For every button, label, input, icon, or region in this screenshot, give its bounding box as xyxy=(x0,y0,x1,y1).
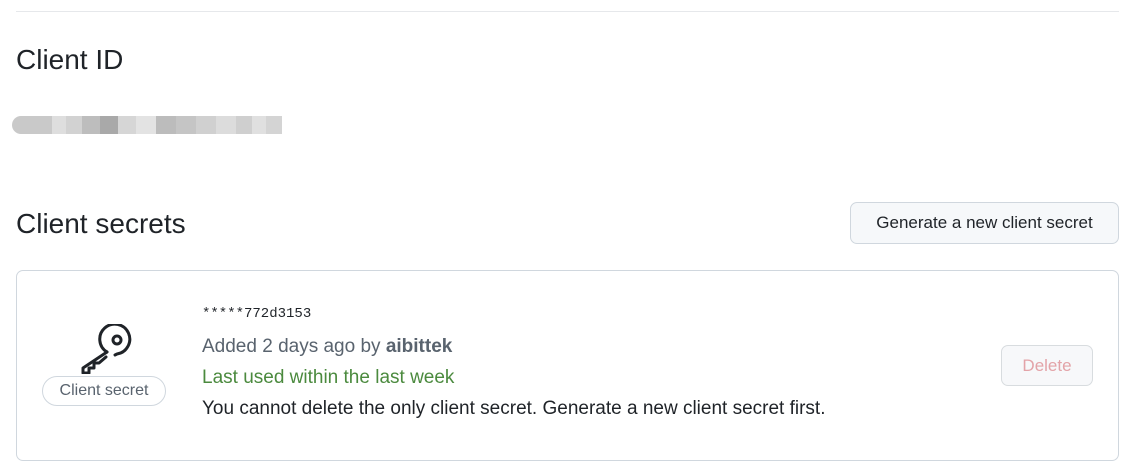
client-secret-badge: Client secret xyxy=(42,376,166,406)
generate-client-secret-button[interactable]: Generate a new client secret xyxy=(850,202,1119,244)
masked-secret-value: *****772d3153 xyxy=(202,306,312,322)
cannot-delete-notice: You cannot delete the only client secret… xyxy=(202,398,826,419)
client-id-heading: Client ID xyxy=(16,44,124,75)
client-id-value-redacted xyxy=(12,116,282,134)
added-by-user: aibittek xyxy=(385,336,453,357)
delete-secret-button[interactable]: Delete xyxy=(1001,345,1093,386)
secret-details: *****772d3153 Added 2 days ago by aibitt… xyxy=(202,304,825,424)
key-icon xyxy=(81,324,132,374)
client-secrets-heading: Client secrets xyxy=(16,208,186,239)
top-divider xyxy=(16,11,1119,12)
secret-last-used: Last used within the last week xyxy=(202,367,455,388)
client-secret-card: Client secret *****772d3153 Added 2 days… xyxy=(16,270,1119,461)
secret-added-info: Added 2 days ago by aibittek xyxy=(202,331,825,362)
oauth-app-settings: Client ID Client secrets Generate a new … xyxy=(0,0,1127,466)
added-prefix: Added 2 days ago by xyxy=(202,336,386,357)
